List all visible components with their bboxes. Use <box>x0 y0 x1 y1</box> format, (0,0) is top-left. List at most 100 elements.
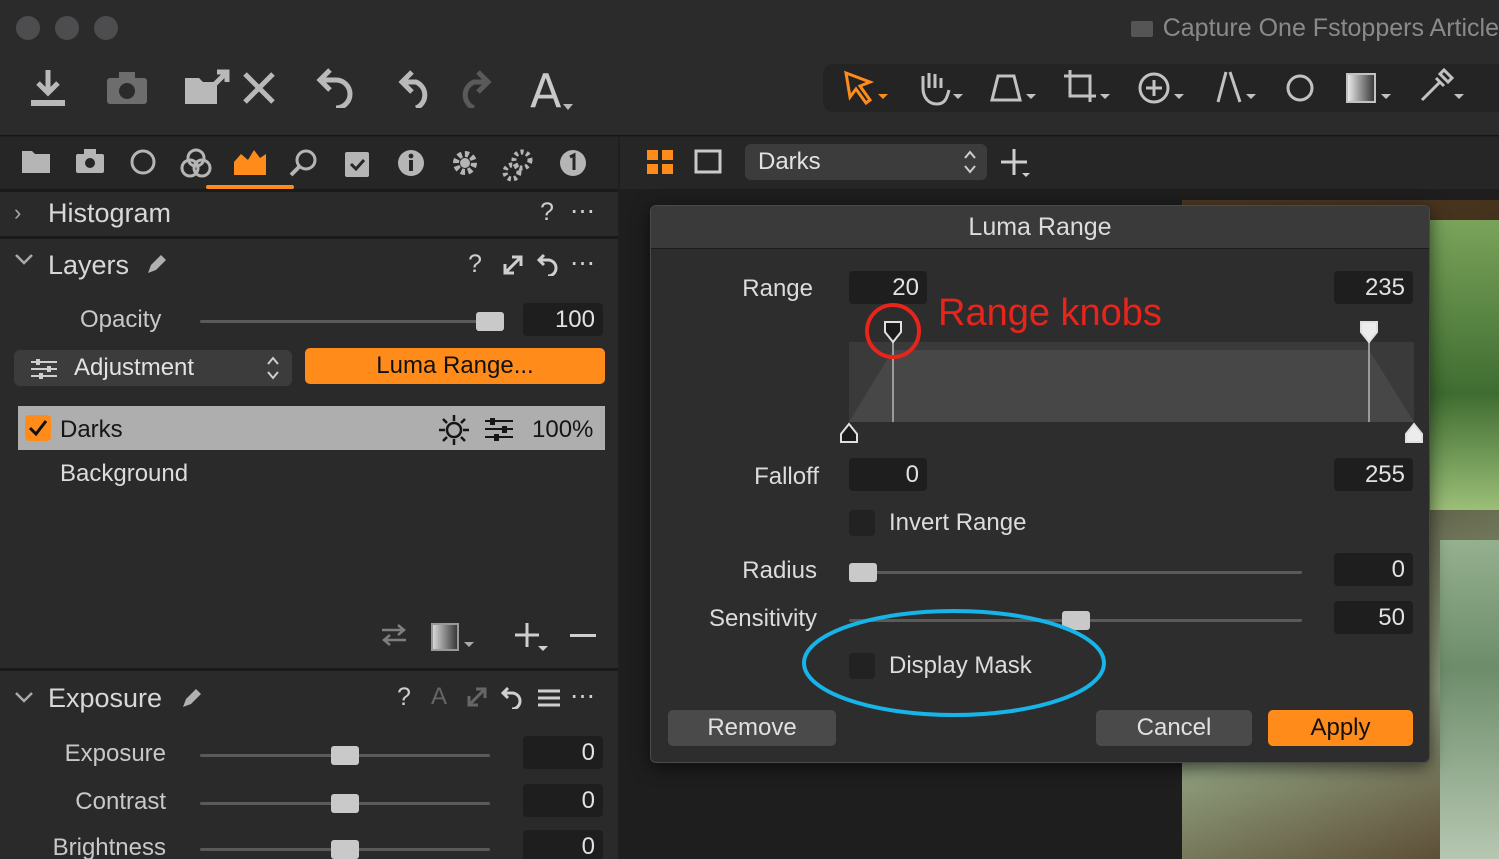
import-icon[interactable] <box>28 68 68 117</box>
invert-range-checkbox[interactable] <box>849 510 875 536</box>
list-icon[interactable] <box>537 688 561 713</box>
color-icon[interactable] <box>180 148 212 185</box>
delete-icon[interactable] <box>241 70 277 111</box>
radius-value[interactable]: 0 <box>1334 553 1413 586</box>
exposure-help-button[interactable]: ? <box>397 683 411 712</box>
expand-icon[interactable] <box>466 686 488 713</box>
exposure-slider-handle[interactable] <box>331 840 359 859</box>
rotate-icon[interactable] <box>1136 68 1186 111</box>
single-view-icon[interactable] <box>694 149 722 180</box>
search-icon[interactable] <box>289 148 319 185</box>
layers-more-button[interactable]: ⋯ <box>570 248 595 278</box>
opacity-label: Opacity <box>80 306 162 333</box>
cancel-button[interactable]: Cancel <box>1096 710 1252 746</box>
layer-swap-icon[interactable] <box>380 622 408 653</box>
window-title: Capture One Fstoppers Article <box>1130 14 1499 43</box>
remove-button[interactable]: Remove <box>668 710 836 746</box>
gradient-icon[interactable] <box>1345 70 1393 111</box>
folder-icon[interactable] <box>21 148 51 181</box>
camera-icon[interactable] <box>105 70 149 111</box>
opacity-value[interactable]: 100 <box>523 303 603 336</box>
text-dropdown-icon <box>563 104 573 110</box>
exposure-tab-icon[interactable] <box>233 148 267 183</box>
exposure-more-button[interactable]: ⋯ <box>570 681 595 711</box>
falloff-high-value[interactable]: 255 <box>1334 458 1413 491</box>
stepper-icon <box>962 148 978 181</box>
exposure-slider-handle[interactable] <box>331 746 359 765</box>
falloff-low-knob <box>840 422 858 443</box>
keystone-icon[interactable] <box>988 70 1038 111</box>
layers-title[interactable]: Layers <box>48 250 129 281</box>
dialog-title: Luma Range <box>651 206 1429 249</box>
close-window-button[interactable] <box>16 16 40 40</box>
text-icon[interactable]: A <box>530 64 561 118</box>
sliders-icon <box>30 358 58 385</box>
select-cursor-icon[interactable] <box>842 70 890 111</box>
exposure-slider-handle[interactable] <box>331 794 359 813</box>
gear-icon[interactable] <box>450 148 480 185</box>
remove-layer-icon[interactable] <box>570 634 596 637</box>
range-low-value[interactable]: 20 <box>849 271 927 304</box>
minimize-window-button[interactable] <box>55 16 79 40</box>
clipboard-icon[interactable] <box>344 148 370 185</box>
range-high-knob <box>1360 321 1378 344</box>
rotate-right-icon[interactable] <box>452 68 492 113</box>
histogram-title[interactable]: Histogram <box>48 198 171 229</box>
range-label: Range <box>742 275 813 302</box>
spot-icon[interactable] <box>1284 72 1316 109</box>
layer-adjust-icon[interactable] <box>484 417 514 446</box>
auto-adjust-icon[interactable]: A <box>431 683 447 711</box>
opacity-slider-track[interactable] <box>200 320 490 323</box>
layer-gradient-icon[interactable] <box>430 622 478 657</box>
falloff-label: Falloff <box>754 463 819 490</box>
add-layer-icon[interactable] <box>512 620 548 659</box>
exposure-slider-value[interactable]: 0 <box>523 830 603 859</box>
histogram-more-button[interactable]: ⋯ <box>570 196 595 226</box>
export-icon[interactable] <box>183 68 231 111</box>
crop-icon[interactable] <box>1062 68 1112 111</box>
exposure-title[interactable]: Exposure <box>48 683 162 714</box>
badge-icon[interactable] <box>558 148 588 185</box>
chevron-right-icon[interactable]: › <box>14 200 21 226</box>
radius-slider-track[interactable] <box>849 571 1302 574</box>
apply-button[interactable]: Apply <box>1268 710 1413 746</box>
pan-hand-icon[interactable] <box>915 70 965 111</box>
falloff-low-value[interactable]: 0 <box>849 458 927 491</box>
photo-window-foliage <box>1430 220 1499 510</box>
photo-window-glass <box>1440 540 1499 859</box>
opacity-slider-handle[interactable] <box>476 312 504 331</box>
grid-view-icon[interactable] <box>646 149 674 180</box>
reset-icon[interactable] <box>536 252 560 281</box>
divider <box>0 236 618 239</box>
histogram-help-button[interactable]: ? <box>540 198 554 227</box>
exposure-slider-value[interactable]: 0 <box>523 736 603 769</box>
expand-icon[interactable] <box>502 254 524 281</box>
divider <box>0 668 618 671</box>
undo-icon[interactable] <box>316 66 356 113</box>
sensitivity-value[interactable]: 50 <box>1334 601 1413 634</box>
layers-help-button[interactable]: ? <box>468 250 482 279</box>
brightness-icon[interactable] <box>438 414 470 451</box>
layer-visibility-checkbox[interactable] <box>25 415 51 441</box>
adjustments-icon[interactable] <box>502 148 536 189</box>
invert-range-label: Invert Range <box>889 509 1027 536</box>
layer-percent: 100% <box>532 416 594 443</box>
pencil-icon[interactable] <box>180 688 202 715</box>
chevron-down-icon[interactable] <box>14 690 34 709</box>
luma-range-button[interactable]: Luma Range... <box>305 348 605 384</box>
camera-tab-icon[interactable] <box>75 148 105 181</box>
radius-slider-handle[interactable] <box>849 563 877 582</box>
rotate-left-icon[interactable] <box>398 68 438 113</box>
exposure-slider-value[interactable]: 0 <box>523 784 603 817</box>
info-icon[interactable] <box>396 148 426 185</box>
straighten-icon[interactable] <box>1212 68 1258 111</box>
reset-icon[interactable] <box>500 685 524 714</box>
circle-icon[interactable] <box>129 148 157 183</box>
chevron-down-icon[interactable] <box>14 252 34 271</box>
pencil-icon[interactable] <box>145 254 167 281</box>
range-high-value[interactable]: 235 <box>1334 271 1413 304</box>
layer-name[interactable]: Background <box>60 460 188 488</box>
picker-icon[interactable] <box>1416 67 1466 111</box>
zoom-window-button[interactable] <box>94 16 118 40</box>
add-icon[interactable] <box>1000 147 1032 184</box>
